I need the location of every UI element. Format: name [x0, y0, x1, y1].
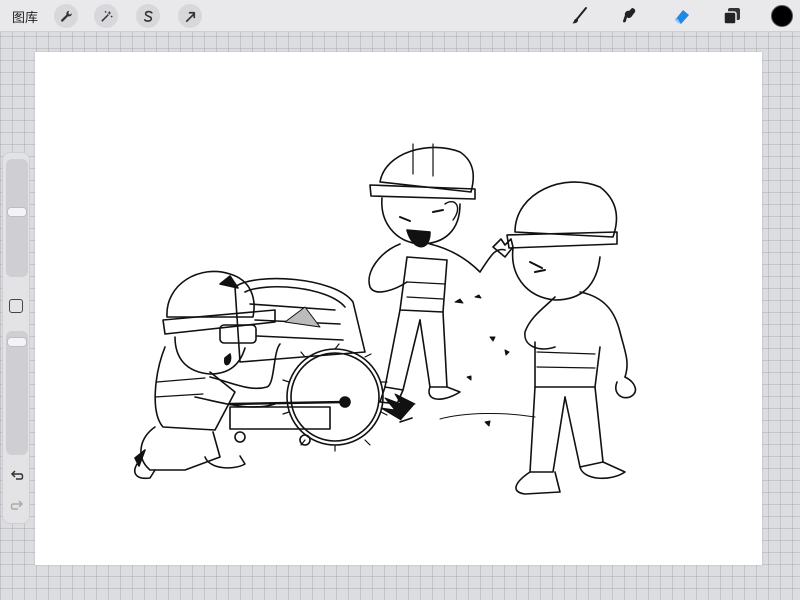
gallery-button[interactable]: 图库	[12, 7, 38, 26]
opacity-slider[interactable]	[6, 331, 28, 455]
selection-s-icon[interactable]	[136, 4, 160, 28]
wrench-icon[interactable]	[54, 4, 78, 28]
brush-icon[interactable]	[568, 4, 592, 28]
brush-size-thumb[interactable]	[7, 207, 27, 217]
arrow-cursor-icon[interactable]	[178, 4, 202, 28]
side-toolbar	[2, 152, 30, 524]
artwork-icon	[134, 143, 637, 495]
undo-icon[interactable]	[8, 467, 26, 483]
square-modify-icon[interactable]	[9, 299, 23, 313]
layers-icon[interactable]	[720, 4, 744, 28]
eraser-icon[interactable]	[669, 4, 693, 28]
opacity-thumb[interactable]	[7, 337, 27, 347]
color-picker-swatch[interactable]	[771, 5, 793, 27]
redo-icon[interactable]	[8, 497, 26, 513]
magic-wand-icon[interactable]	[94, 4, 118, 28]
top-toolbar: 图库	[0, 0, 800, 32]
brush-size-slider[interactable]	[6, 159, 28, 277]
smudge-icon[interactable]	[618, 4, 642, 28]
drawing-canvas[interactable]	[35, 52, 762, 565]
